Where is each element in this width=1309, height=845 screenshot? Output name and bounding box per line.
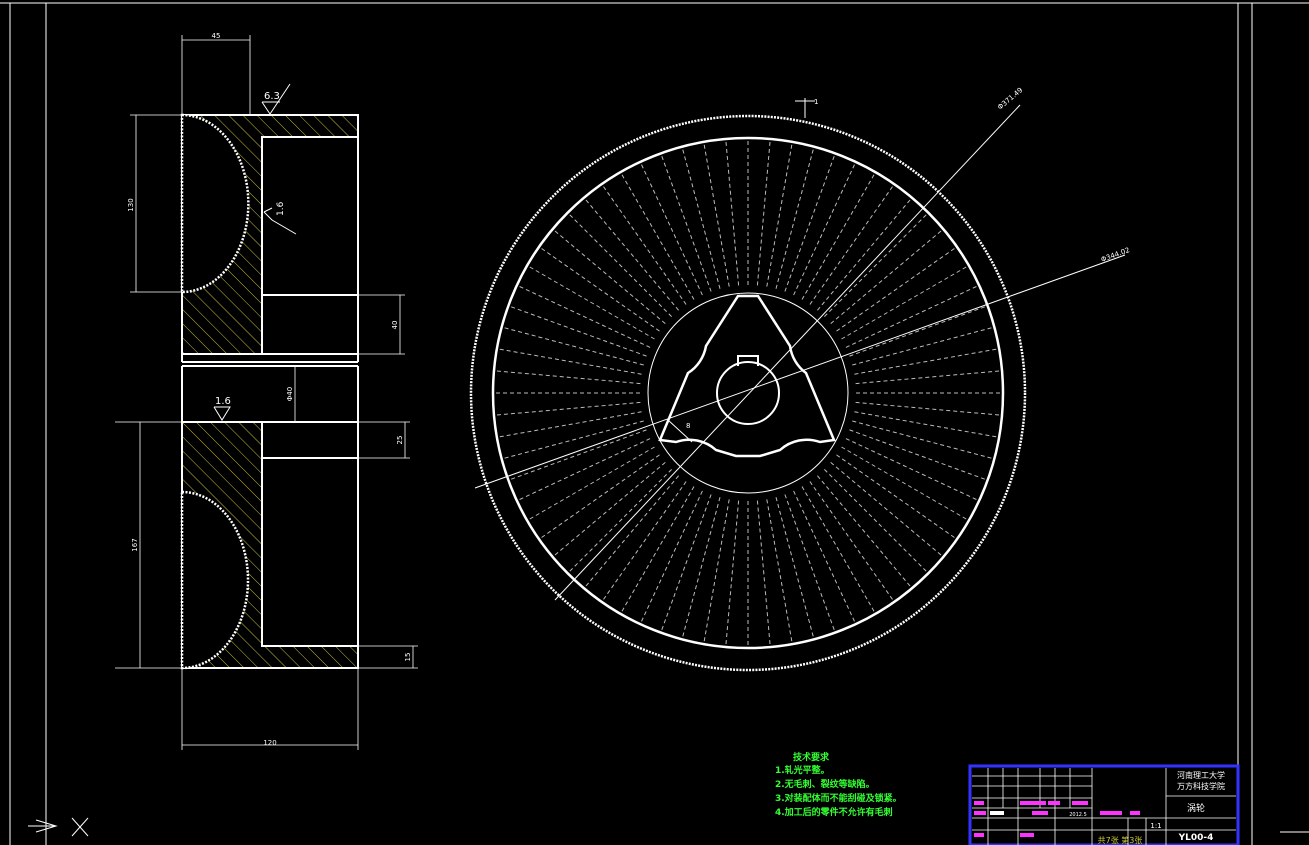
- tooth-dash-line: [830, 230, 942, 324]
- tooth-dash-line: [499, 411, 642, 438]
- title-part-name: 涡轮: [1187, 802, 1205, 814]
- ucs-icon: [28, 817, 89, 837]
- tooth-dash-line: [775, 497, 814, 637]
- tech-item-2: 2.无毛刺、裂纹等缺陷。: [775, 778, 875, 790]
- tooth-dash-line: [703, 144, 730, 287]
- tech-item-3: 3.对装配体而不能刮碰及锁紧。: [775, 792, 902, 804]
- tooth-dash-line: [854, 411, 997, 438]
- tooth-dash-line: [841, 266, 967, 340]
- tooth-dash-line: [603, 186, 687, 305]
- dim-bore-dia: Φ40: [286, 387, 294, 401]
- roughness-left-label: 1.6: [215, 396, 231, 407]
- front-view: Φ371.49 Φ344.02 8 1: [469, 86, 1131, 672]
- tooth-dash-line: [852, 420, 992, 459]
- tooth-dash-line: [841, 446, 967, 520]
- title-drawing-no: YL00-4: [1178, 833, 1214, 843]
- tooth-dash-line: [529, 446, 655, 520]
- tooth-dash-line: [682, 149, 721, 289]
- tooth-dash-line: [585, 475, 679, 587]
- roughness-mid-label: 1.6: [276, 201, 286, 216]
- title-scale: 1:1: [1150, 822, 1161, 830]
- tooth-dash-line: [766, 144, 793, 287]
- tech-item-1: 1.轧光平整。: [775, 764, 830, 776]
- tooth-dash-line: [603, 481, 687, 600]
- title-block: 河南理工大学 万方科技学院 涡轮 2012.5 共7张 第3张 1:1 YL00…: [968, 764, 1240, 845]
- title-school-2: 万方科技学院: [1177, 781, 1225, 791]
- tooth-dash-line: [621, 486, 695, 612]
- hub-trilobe: [658, 294, 836, 458]
- tooth-dash-line: [725, 141, 740, 286]
- title-school-1: 河南理工大学: [1177, 770, 1225, 780]
- tooth-dash-line: [809, 481, 893, 600]
- tooth-dash-line: [621, 174, 695, 300]
- tooth-dash-line: [569, 214, 672, 317]
- tooth-dash-line: [836, 248, 955, 332]
- title-sheet-info: 共7张 第3张: [1098, 835, 1143, 845]
- tooth-dash-line: [496, 401, 641, 416]
- dim-bottom-step: 15: [404, 653, 412, 662]
- leader-lines: [474, 98, 1126, 601]
- tooth-dash-line: [541, 248, 660, 332]
- tech-item-4: 4.加工后的零件不允许有毛刺: [775, 806, 893, 818]
- tooth-dash-line: [854, 348, 997, 375]
- tooth-dash-line: [756, 141, 771, 286]
- tooth-dash-line: [585, 199, 679, 311]
- dim-key-step: 25: [396, 436, 404, 445]
- section-dimensions: [115, 35, 418, 750]
- dim-bottom-width: 120: [263, 739, 276, 747]
- tooth-dash-line: [817, 199, 911, 311]
- tooth-dash-line: [855, 401, 1000, 416]
- tooth-dash-line: [756, 500, 771, 645]
- tooth-dash-line: [766, 499, 793, 642]
- tooth-dash-line: [824, 469, 927, 572]
- tooth-root-dashes: [496, 141, 1000, 645]
- tooth-dash-line: [569, 469, 672, 572]
- dim-lower-height: 167: [131, 538, 139, 551]
- section-view: 45 120 130 167 40 Φ40 25 15 6.3 1.6 1.6: [115, 32, 418, 750]
- dim-angle-mark: 8: [686, 422, 690, 430]
- tooth-dash-line: [499, 348, 642, 375]
- dim-top-mark: 1: [814, 98, 818, 106]
- tooth-dash-line: [852, 327, 992, 366]
- dim-root-dia: Φ344.02: [1100, 246, 1131, 264]
- roughness-top-label: 6.3: [264, 91, 280, 102]
- tooth-dash-line: [541, 454, 660, 538]
- dim-upper-height: 130: [127, 198, 135, 211]
- cad-drawing-canvas: 45 120 130 167 40 Φ40 25 15 6.3 1.6 1.6: [0, 2, 1309, 845]
- tooth-dash-line: [809, 186, 893, 305]
- tooth-dash-line: [801, 486, 875, 612]
- dim-top-width: 45: [212, 32, 221, 40]
- dim-bore-step: 40: [391, 321, 399, 330]
- tooth-dash-line: [554, 230, 666, 324]
- dim-outer-dia: Φ371.49: [996, 86, 1024, 111]
- tooth-dash-line: [855, 370, 1000, 385]
- tooth-dash-line: [703, 499, 730, 642]
- tooth-dash-line: [824, 214, 927, 317]
- tooth-dash-line: [725, 500, 740, 645]
- tech-title: 技术要求: [793, 751, 830, 763]
- tooth-dash-line: [529, 266, 655, 340]
- tooth-arcs: [180, 113, 250, 670]
- tooth-dash-line: [817, 475, 911, 587]
- tooth-dash-line: [830, 462, 942, 556]
- tooth-dash-line: [504, 327, 644, 366]
- tech-requirements: 技术要求 1.轧光平整。 2.无毛刺、裂纹等缺陷。 3.对装配体而不能刮碰及锁紧…: [775, 751, 902, 818]
- tooth-dash-line: [682, 497, 721, 637]
- tooth-dash-line: [801, 174, 875, 300]
- title-date: 2012.5: [1069, 812, 1087, 818]
- tooth-dash-line: [496, 370, 641, 385]
- tooth-dash-line: [775, 149, 814, 289]
- tooth-dash-line: [836, 454, 955, 538]
